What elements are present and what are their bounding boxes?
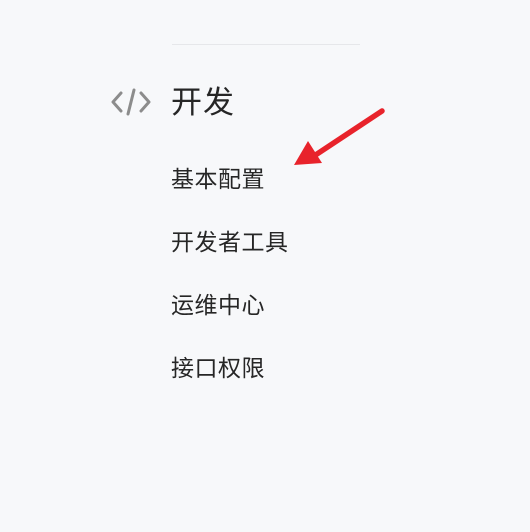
menu-item-ops-center[interactable]: 运维中心	[171, 286, 289, 349]
menu-item-developer-tools[interactable]: 开发者工具	[171, 223, 289, 286]
annotation-arrow-icon	[294, 108, 385, 165]
section-title: 开发	[171, 85, 235, 121]
menu-list: 基本配置 开发者工具 运维中心 接口权限	[171, 160, 289, 412]
menu-item-api-permissions[interactable]: 接口权限	[171, 349, 289, 412]
menu-item-basic-config[interactable]: 基本配置	[171, 160, 289, 223]
code-icon	[111, 87, 151, 117]
sidebar-panel: 开发 基本配置 开发者工具 运维中心 接口权限	[0, 0, 530, 532]
divider	[172, 44, 360, 45]
